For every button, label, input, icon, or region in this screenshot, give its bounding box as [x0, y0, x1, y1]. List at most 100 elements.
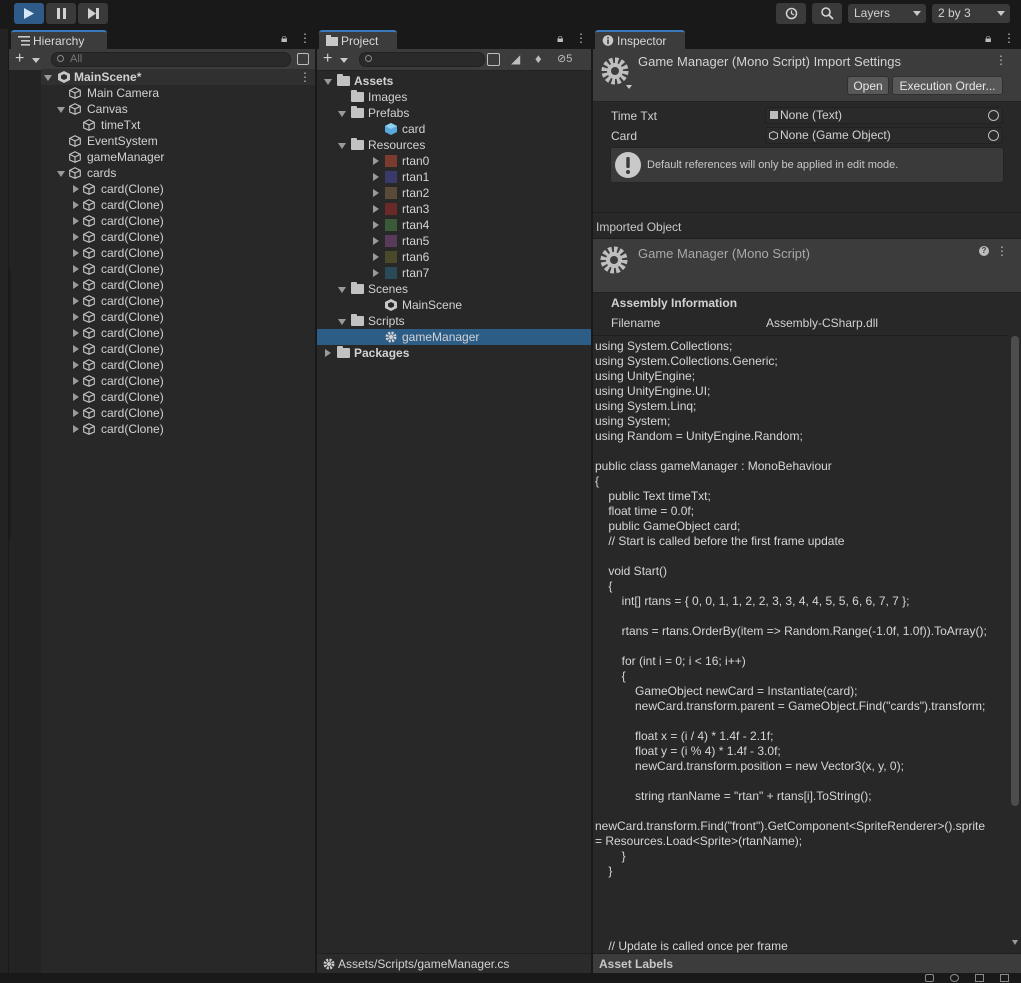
help-icon[interactable]: ? — [979, 246, 989, 256]
kebab-menu-icon[interactable]: ⋮ — [996, 244, 1008, 258]
gameobject-icon — [83, 199, 95, 211]
kebab-menu-icon[interactable]: ⋮ — [575, 31, 587, 45]
tab-inspector[interactable]: Inspector — [595, 30, 685, 49]
history-button[interactable] — [776, 3, 806, 24]
chevron-down-icon — [338, 111, 346, 117]
sprite-thumbnail-icon — [385, 235, 397, 247]
chevron-right-icon — [73, 345, 79, 353]
notifications-icon[interactable] — [1000, 974, 1009, 982]
chevron-down-icon[interactable] — [32, 58, 40, 63]
layout-dropdown[interactable]: 2 by 3 — [932, 4, 1010, 23]
project-asset-rtan[interactable]: rtan7 — [317, 265, 591, 281]
object-picker-icon[interactable] — [988, 110, 999, 121]
gameobject-icon — [83, 391, 95, 403]
label-tag-icon[interactable]: ♦ — [535, 51, 542, 66]
scene-visibility-icon[interactable] — [297, 53, 309, 65]
script-title: Game Manager (Mono Script) — [638, 246, 810, 261]
gameobject-icon — [83, 119, 95, 131]
tree-item-label: rtan3 — [402, 202, 430, 216]
step-button[interactable] — [78, 3, 108, 24]
project-asset-rtan[interactable]: rtan3 — [317, 201, 591, 217]
kebab-menu-icon[interactable]: ⋮ — [299, 31, 311, 45]
debug-icon[interactable] — [925, 974, 934, 982]
tree-item-label: rtan2 — [402, 186, 430, 200]
chevron-right-icon — [73, 185, 79, 193]
time-txt-object-field[interactable]: None (Text) — [765, 107, 1003, 124]
gameobject-icon — [769, 131, 778, 140]
scroll-down-icon[interactable] — [1012, 940, 1018, 945]
pause-button[interactable] — [46, 3, 76, 24]
item-label: card(Clone) — [101, 374, 164, 388]
script-gear-icon — [600, 246, 628, 274]
project-asset-rtan[interactable]: rtan6 — [317, 249, 591, 265]
kebab-menu-icon[interactable]: ⋮ — [299, 69, 311, 85]
project-folder-packages[interactable]: Packages — [317, 345, 591, 361]
open-button[interactable]: Open — [847, 76, 889, 95]
chevron-right-icon — [73, 393, 79, 401]
project-folder-scenes[interactable]: Scenes — [317, 281, 591, 297]
project-folder-images[interactable]: Images — [317, 89, 591, 105]
script-gear-icon — [601, 57, 629, 85]
project-folder-prefabs[interactable]: Prefabs — [317, 105, 591, 121]
play-button[interactable] — [14, 3, 44, 24]
chevron-down-icon[interactable] — [626, 85, 632, 89]
tab-hierarchy[interactable]: Hierarchy — [11, 30, 107, 49]
chevron-down-icon — [913, 11, 921, 16]
project-asset-gamemanager[interactable]: gameManager — [317, 329, 591, 345]
cache-icon[interactable] — [950, 974, 959, 982]
search-by-type-icon[interactable] — [487, 53, 500, 66]
hierarchy-tabbar: Hierarchy 🔒︎ ⋮ — [9, 29, 315, 49]
asset-labels-bar[interactable]: Asset Labels — [593, 953, 1021, 973]
tree-item-label: Scenes — [368, 282, 409, 296]
lock-icon[interactable]: 🔒︎ — [281, 31, 287, 46]
layers-dropdown[interactable]: Layers — [848, 4, 926, 23]
lock-icon[interactable]: 🔒︎ — [985, 31, 991, 46]
lock-icon[interactable]: 🔒︎ — [557, 31, 563, 46]
project-folder-assets[interactable]: Assets — [317, 73, 591, 89]
network-icon[interactable] — [975, 974, 984, 982]
search-button[interactable] — [812, 3, 842, 24]
item-label: card(Clone) — [101, 278, 164, 292]
code-scrollbar[interactable] — [1009, 336, 1021, 953]
tab-project[interactable]: Project — [319, 30, 397, 49]
execution-order-button[interactable]: Execution Order... — [892, 76, 1003, 95]
project-asset-rtan[interactable]: rtan0 — [317, 153, 591, 169]
project-asset-rtan[interactable]: rtan4 — [317, 217, 591, 233]
script-header: Game Manager (Mono Script) ? ⋮ — [593, 239, 1021, 293]
hidden-packages-icon[interactable]: ⊘5 — [557, 52, 572, 65]
project-folder-resources[interactable]: Resources — [317, 137, 591, 153]
object-picker-icon[interactable] — [988, 130, 999, 141]
project-asset-rtan[interactable]: rtan5 — [317, 233, 591, 249]
item-label: card(Clone) — [101, 182, 164, 196]
chevron-right-icon — [73, 249, 79, 257]
project-folder-scripts[interactable]: Scripts — [317, 313, 591, 329]
project-search-input[interactable] — [359, 52, 485, 67]
project-asset-rtan[interactable]: rtan1 — [317, 169, 591, 185]
filter-icon[interactable]: ◢ — [511, 52, 520, 66]
chevron-down-icon[interactable] — [340, 58, 348, 63]
inspector-panel: Inspector 🔒︎ ⋮ Game Manager (Mono Script… — [593, 29, 1021, 973]
imported-object-band: Imported Object — [593, 212, 1021, 239]
chevron-down-icon — [44, 75, 52, 81]
tab-label: Inspector — [617, 34, 667, 48]
scrollbar-thumb[interactable] — [1011, 336, 1019, 806]
hierarchy-search-input[interactable]: All — [51, 52, 291, 67]
add-icon[interactable]: + — [323, 50, 332, 68]
kebab-menu-icon[interactable]: ⋮ — [995, 53, 1007, 67]
sprite-thumbnail-icon — [385, 187, 397, 199]
add-icon[interactable]: + — [15, 50, 24, 68]
chevron-right-icon — [73, 233, 79, 241]
chevron-down-icon — [57, 171, 65, 177]
item-label: card(Clone) — [101, 390, 164, 404]
chevron-right-icon — [73, 313, 79, 321]
kebab-menu-icon[interactable]: ⋮ — [1003, 31, 1015, 45]
tab-label: Project — [341, 34, 379, 48]
card-object-field[interactable]: None (Game Object) — [765, 127, 1003, 144]
project-asset-card[interactable]: card — [317, 121, 591, 137]
project-asset-mainscene[interactable]: MainScene — [317, 297, 591, 313]
tree-item-label: rtan0 — [402, 154, 430, 168]
scene-row[interactable]: MainScene* ⋮ — [41, 69, 315, 85]
gameobject-icon — [83, 231, 95, 243]
item-label: Main Camera — [87, 86, 160, 100]
project-asset-rtan[interactable]: rtan2 — [317, 185, 591, 201]
